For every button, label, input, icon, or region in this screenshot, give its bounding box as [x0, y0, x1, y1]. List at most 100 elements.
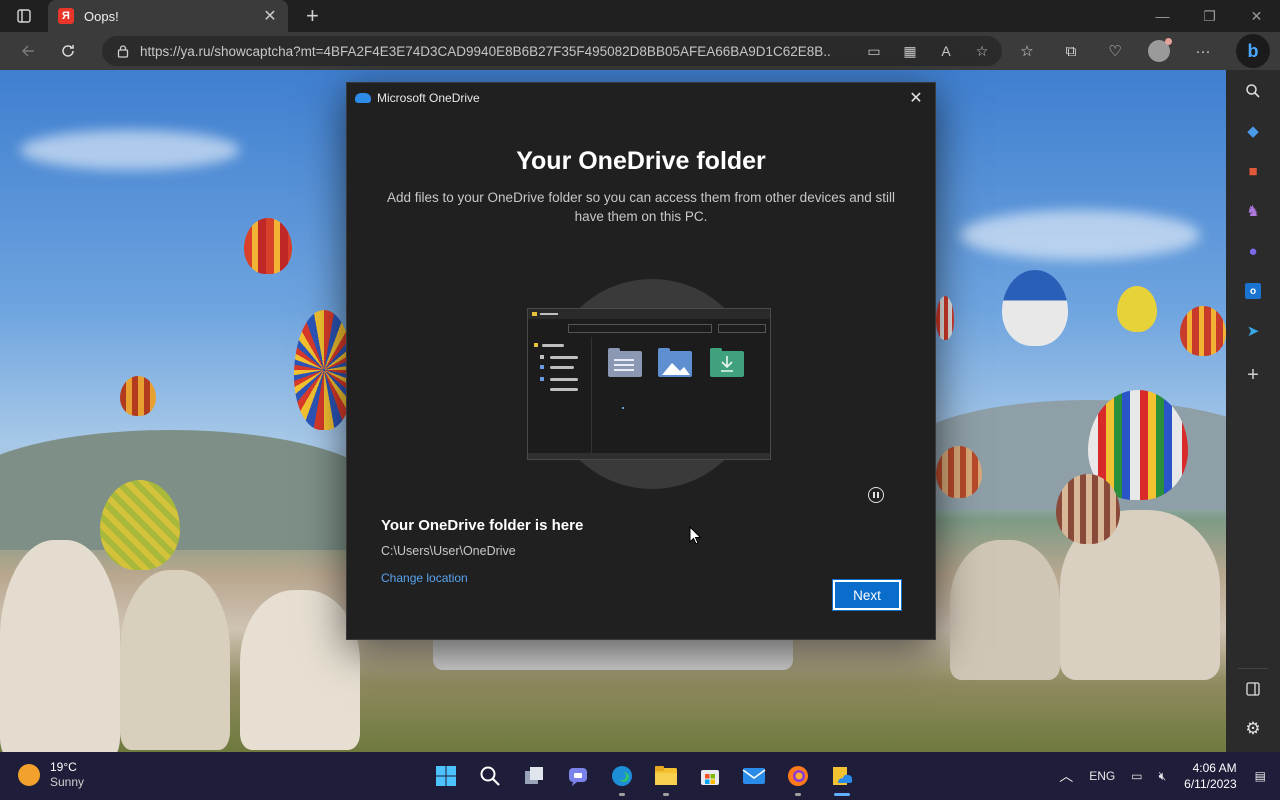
dialog-description: Add files to your OneDrive folder so you…	[387, 190, 895, 224]
mail-icon	[742, 768, 766, 784]
teams-chat-button[interactable]	[556, 758, 600, 794]
search-icon	[480, 766, 500, 786]
pause-bar-icon	[873, 492, 875, 498]
hot-air-balloon	[936, 296, 954, 340]
more-icon[interactable]: ···	[1184, 36, 1222, 66]
url-text[interactable]: https://ya.ru/showcaptcha?mt=4BFA2F4E3E7…	[140, 44, 830, 59]
tab-actions-button[interactable]	[0, 0, 48, 32]
performance-icon[interactable]: ♡	[1096, 36, 1134, 66]
hot-air-balloon	[936, 446, 982, 498]
show-hidden-icons-chevron-icon[interactable]: ︿	[1051, 766, 1081, 786]
onedrive-cloud-icon	[355, 93, 371, 103]
edge-icon	[612, 766, 632, 786]
file-explorer-illustration	[527, 308, 771, 460]
hot-air-balloon	[100, 480, 180, 570]
clock-date: 6/11/2023	[1184, 777, 1237, 791]
dialog-app-title: Microsoft OneDrive	[377, 91, 480, 105]
reload-icon	[62, 45, 74, 57]
windows-taskbar: 19°C Sunny ︿ ENG ▭ 🔇︎ 4:06 AM 6/11/2023 …	[0, 752, 1280, 800]
edge-app[interactable]	[600, 758, 644, 796]
file-explorer-app[interactable]	[644, 758, 688, 796]
taskbar-search-button[interactable]	[468, 758, 512, 794]
profile-avatar-icon[interactable]	[1148, 38, 1172, 62]
store-icon	[701, 770, 719, 785]
collections-icon[interactable]: ⧉	[1052, 36, 1090, 66]
bing-chat-icon[interactable]: b	[1236, 34, 1270, 68]
back-icon	[21, 45, 34, 57]
active-indicator	[834, 793, 850, 796]
search-icon[interactable]	[1242, 80, 1264, 102]
lock-icon[interactable]	[116, 44, 130, 58]
pause-animation-button[interactable]	[868, 487, 884, 503]
tab-title: Oops!	[84, 8, 119, 24]
folder-location-title: Your OneDrive folder is here	[381, 517, 584, 534]
minimize-icon[interactable]: —	[1139, 0, 1186, 32]
system-tray: ︿ ENG ▭ 🔇︎ 4:06 AM 6/11/2023 ▤	[1051, 752, 1280, 800]
browser-tab-bar: Я Oops! ✕ + — ❐ ✕	[0, 0, 1280, 32]
tab-close-icon[interactable]: ✕	[260, 6, 280, 26]
illustration-search	[718, 324, 766, 333]
system-clock[interactable]: 4:06 AM 6/11/2023	[1174, 760, 1247, 792]
browser-tab[interactable]: Я Oops! ✕	[48, 0, 288, 32]
add-icon[interactable]: +	[1242, 364, 1264, 386]
restore-icon[interactable]: ❐	[1186, 0, 1233, 32]
window-controls: — ❐ ✕	[1139, 0, 1280, 32]
notifications-icon[interactable]: ▤	[1247, 769, 1280, 783]
pause-bar-icon	[877, 492, 879, 498]
onedrive-setup-icon	[833, 767, 853, 785]
firefox-app[interactable]	[776, 758, 820, 796]
back-button[interactable]	[8, 35, 48, 67]
illustration-titlebar	[528, 309, 770, 319]
cloud	[20, 130, 240, 170]
onedrive-setup-app[interactable]	[820, 758, 864, 796]
next-button[interactable]: Next	[832, 579, 902, 611]
taskbar-apps	[424, 758, 864, 796]
hot-air-balloon	[294, 310, 354, 430]
file-explorer-icon	[655, 766, 677, 785]
change-location-link[interactable]: Change location	[381, 571, 468, 585]
illustration-statusbar	[528, 453, 770, 459]
input-language[interactable]: ENG	[1081, 769, 1123, 783]
dialog-close-icon[interactable]: ✕	[905, 87, 927, 109]
task-view-button[interactable]	[512, 758, 556, 794]
address-bar[interactable]: https://ya.ru/showcaptcha?mt=4BFA2F4E3E7…	[102, 36, 1002, 66]
edge-sidebar: ◆ ■ ♞ ● o ➤ + ⚙	[1226, 70, 1280, 752]
hot-air-balloon	[1117, 286, 1157, 332]
firefox-icon	[788, 766, 808, 786]
telegram-icon[interactable]: ➤	[1242, 320, 1264, 342]
tools-icon[interactable]: ■	[1242, 160, 1264, 182]
shopping-tag-icon[interactable]: ◆	[1242, 120, 1264, 142]
read-aloud-icon[interactable]: A	[936, 41, 956, 61]
outlook-icon[interactable]: o	[1242, 280, 1264, 302]
settings-icon[interactable]: ⚙	[1242, 718, 1264, 740]
task-view-icon	[525, 767, 543, 784]
new-tab-plus-icon[interactable]: +	[306, 3, 319, 29]
weather-condition: Sunny	[50, 775, 85, 789]
office-icon[interactable]: ●	[1242, 240, 1264, 262]
store-app[interactable]	[688, 758, 732, 794]
tab-actions-icon	[17, 9, 31, 23]
immersive-reader-icon[interactable]: ▦	[900, 41, 920, 61]
folder-location-path: C:\Users\User\OneDrive	[381, 544, 516, 558]
browser-toolbar: https://ya.ru/showcaptcha?mt=4BFA2F4E3E7…	[0, 32, 1280, 70]
weather-widget[interactable]: 19°C Sunny	[18, 760, 84, 790]
hot-air-balloon	[1002, 270, 1068, 346]
app-available-icon[interactable]: ▭	[864, 41, 884, 61]
mail-app[interactable]	[732, 758, 776, 794]
sidebar-layout-icon[interactable]	[1242, 678, 1264, 700]
reload-button[interactable]	[48, 35, 88, 67]
favorite-star-icon[interactable]: ☆	[972, 41, 992, 61]
running-indicator	[663, 793, 669, 796]
pictures-folder-icon	[658, 348, 692, 377]
clock-time: 4:06 AM	[1192, 761, 1237, 775]
running-indicator	[619, 793, 625, 796]
games-icon[interactable]: ♞	[1242, 200, 1264, 222]
volume-muted-icon[interactable]: 🔇︎	[1151, 769, 1175, 784]
illustration-cursor-dot	[622, 407, 624, 409]
favorites-icon[interactable]: ☆	[1008, 36, 1046, 66]
mouse-cursor-icon	[689, 526, 702, 545]
start-button[interactable]	[424, 758, 468, 794]
network-icon[interactable]: ▭	[1123, 769, 1150, 783]
dialog-heading: Your OneDrive folder	[516, 147, 766, 175]
window-close-icon[interactable]: ✕	[1233, 0, 1280, 32]
